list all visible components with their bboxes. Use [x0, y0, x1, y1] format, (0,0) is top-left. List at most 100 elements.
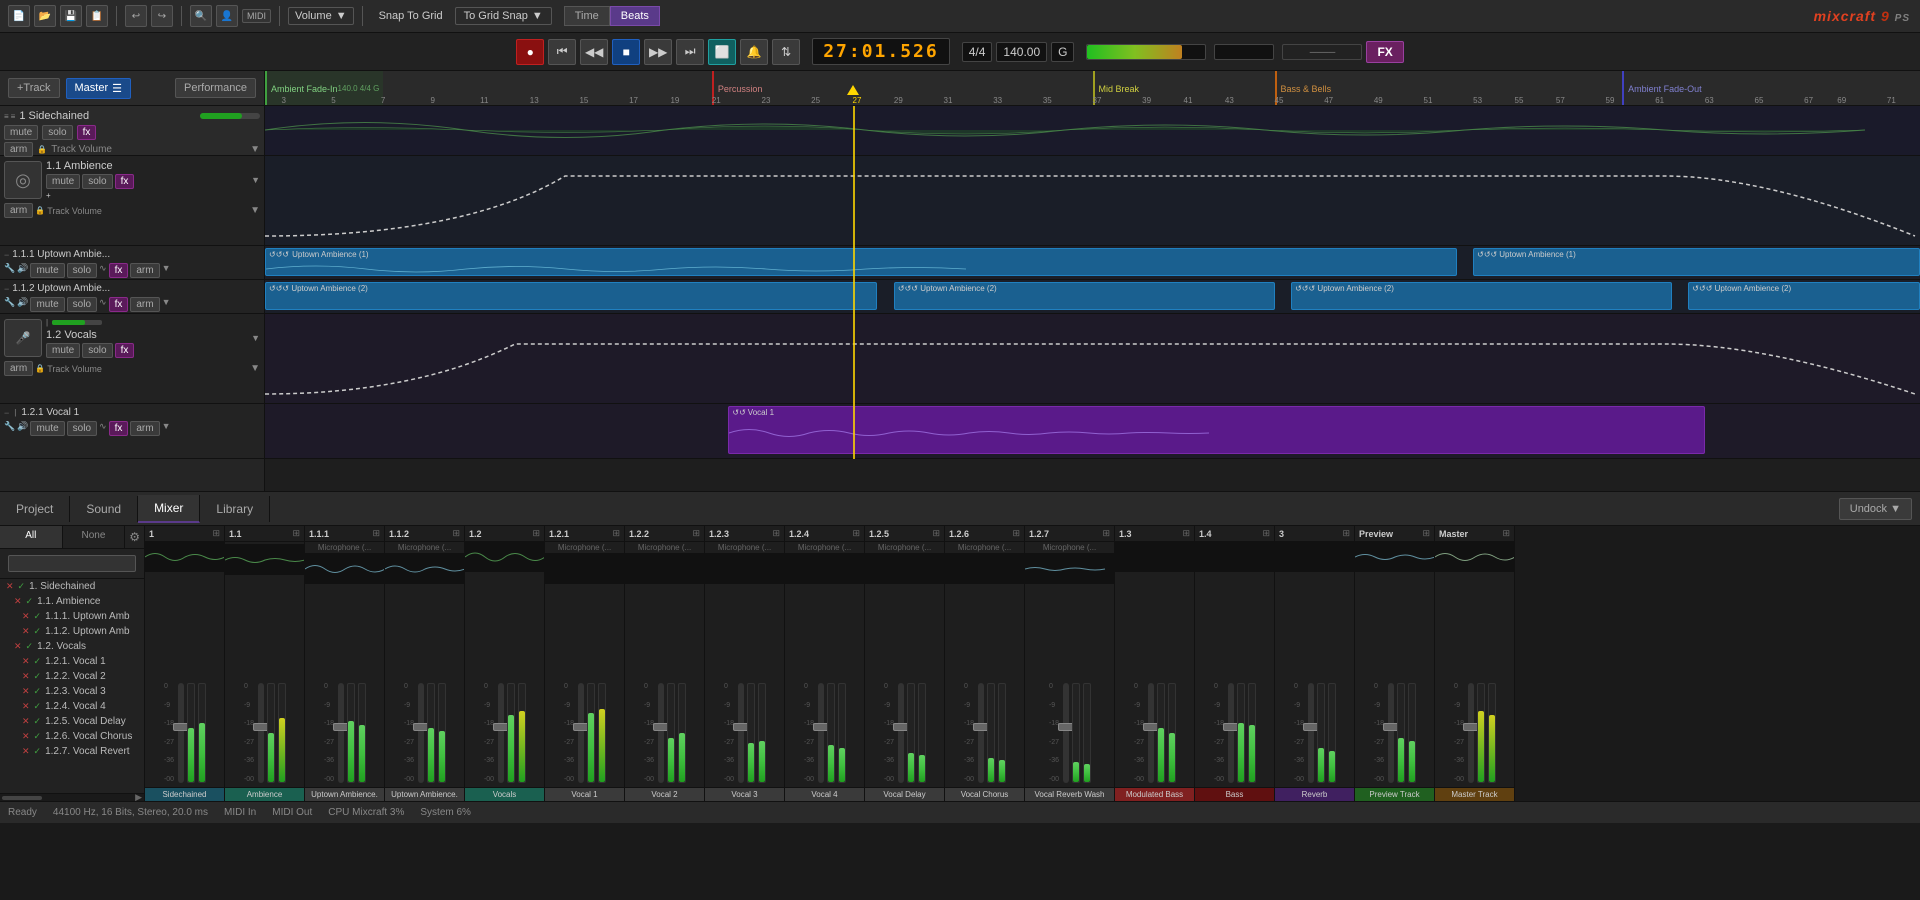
ch-1-1-2-label[interactable]: Uptown Ambience.: [385, 787, 464, 801]
track-1-1-down[interactable]: ▼: [250, 205, 260, 216]
ch-1-3-fader[interactable]: [1148, 683, 1154, 783]
scroll-right[interactable]: ▶: [135, 792, 142, 801]
track-1-2-1-solo[interactable]: solo: [67, 421, 97, 436]
ch-3-expand[interactable]: ⊞: [1342, 528, 1350, 539]
ch-1-1-1-fader[interactable]: [338, 683, 344, 783]
track-1-2-expand[interactable]: ▼: [251, 333, 260, 343]
sync-btn[interactable]: ⇅: [772, 39, 800, 65]
loop-btn[interactable]: ⬜: [708, 39, 736, 65]
ch-mast-fader[interactable]: [1468, 683, 1474, 783]
ch-v2-fader[interactable]: [658, 683, 664, 783]
time-sig[interactable]: 4/4: [962, 42, 993, 62]
ch-mast-expand[interactable]: ⊞: [1502, 528, 1510, 539]
ch-vr-expand[interactable]: ⊞: [1102, 528, 1110, 539]
ch-1-1-1-label[interactable]: Uptown Ambience.: [305, 787, 384, 801]
clip-uptown-1-a[interactable]: ↺↺↺ Uptown Ambience (1): [265, 248, 1457, 276]
tree-vocal-delay[interactable]: ✕ ✓ 1.2.5. Vocal Delay: [0, 714, 144, 729]
undock-btn[interactable]: Undock ▼: [1839, 498, 1912, 520]
search2-btn[interactable]: 👤: [216, 5, 238, 27]
ch-prev-fader[interactable]: [1388, 683, 1394, 783]
volume-dropdown[interactable]: Volume ▼: [288, 7, 354, 25]
tree-vocal-3[interactable]: ✕ ✓ 1.2.3. Vocal 3: [0, 684, 144, 699]
track-1-1-1-arm[interactable]: arm: [130, 263, 159, 278]
clip-uptown-2-b[interactable]: ↺↺↺ Uptown Ambience (2): [894, 282, 1275, 310]
ch-1-1-2-expand[interactable]: ⊞: [452, 528, 460, 539]
ch-1-1-label[interactable]: Ambience: [225, 787, 304, 801]
tab-mixer[interactable]: Mixer: [138, 495, 200, 523]
ch-v3-label[interactable]: Vocal 3: [705, 787, 784, 801]
rewind-btn[interactable]: ◀◀: [580, 39, 608, 65]
track-1-1-1-minus[interactable]: −: [4, 250, 9, 260]
tree-sidechained[interactable]: ✕ ✓ 1. Sidechained: [0, 579, 144, 594]
track-1-2-vol[interactable]: [52, 320, 102, 325]
ch-vc-label[interactable]: Vocal Chorus: [945, 787, 1024, 801]
key-val[interactable]: G: [1051, 42, 1074, 62]
ch-v4-label[interactable]: Vocal 4: [785, 787, 864, 801]
ch-1-4-label[interactable]: Bass: [1195, 787, 1274, 801]
performance-btn[interactable]: Performance: [175, 78, 256, 98]
tree-vocals[interactable]: ✕ ✓ 1.2. Vocals: [0, 639, 144, 654]
ch-1-3-expand[interactable]: ⊞: [1182, 528, 1190, 539]
record-btn[interactable]: ●: [516, 39, 544, 65]
ch-v1-expand[interactable]: ⊞: [612, 528, 620, 539]
track-1-2-arm[interactable]: arm: [4, 361, 33, 376]
track-1-1-1-mute[interactable]: mute: [30, 263, 64, 278]
ch-vr-fader[interactable]: [1063, 683, 1069, 783]
track-1-1-1-solo[interactable]: solo: [67, 263, 97, 278]
track-1-arm[interactable]: arm: [4, 142, 33, 157]
panel-none[interactable]: None: [63, 526, 126, 548]
beats-btn[interactable]: Beats: [610, 6, 660, 26]
tab-sound[interactable]: Sound: [70, 496, 138, 522]
track-1-expand[interactable]: ▼: [250, 144, 260, 155]
clip-vocal-1[interactable]: ↺↺ Vocal 1: [728, 406, 1704, 454]
ch-3-fader[interactable]: [1308, 683, 1314, 783]
undo-btn[interactable]: ↩: [125, 5, 147, 27]
save-btn[interactable]: 💾: [60, 5, 82, 27]
track-1-1-collapse[interactable]: +: [46, 191, 51, 200]
ch-vc-fader[interactable]: [978, 683, 984, 783]
search-btn[interactable]: 🔍: [190, 5, 212, 27]
track-1-1-2-mute[interactable]: mute: [30, 297, 64, 312]
track-1-1-mute[interactable]: mute: [46, 174, 80, 189]
tab-project[interactable]: Project: [0, 496, 70, 522]
ch-1-1-1-expand[interactable]: ⊞: [372, 528, 380, 539]
ch-1-1-fader[interactable]: [258, 683, 264, 783]
track-1-mute[interactable]: mute: [4, 125, 38, 140]
track-1-1-1-arrow[interactable]: ▼: [162, 263, 171, 278]
clip-uptown-2-a[interactable]: ↺↺↺ Uptown Ambience (2): [265, 282, 877, 310]
track-1-1-fx[interactable]: fx: [115, 174, 135, 189]
ch-prev-expand[interactable]: ⊞: [1422, 528, 1430, 539]
tree-uptown-2[interactable]: ✕ ✓ 1.1.2. Uptown Amb: [0, 624, 144, 639]
clip-uptown-1-b[interactable]: ↺↺↺ Uptown Ambience (1): [1473, 248, 1920, 276]
ch-v2-expand[interactable]: ⊞: [692, 528, 700, 539]
track-1-2-1-minus[interactable]: −: [4, 408, 9, 418]
ch-vd-fader[interactable]: [898, 683, 904, 783]
playhead-marker[interactable]: [847, 85, 859, 95]
ch-vc-expand[interactable]: ⊞: [1012, 528, 1020, 539]
save-as-btn[interactable]: 📋: [86, 5, 108, 27]
ch-1-2-fader[interactable]: [498, 683, 504, 783]
panel-scrollbar[interactable]: ▶: [0, 793, 144, 801]
tree-vocal-reverb[interactable]: ✕ ✓ 1.2.7. Vocal Revert: [0, 744, 144, 759]
tree-vocal-1[interactable]: ✕ ✓ 1.2.1. Vocal 1: [0, 654, 144, 669]
ch-vd-expand[interactable]: ⊞: [932, 528, 940, 539]
scrollbar-thumb[interactable]: [2, 796, 42, 800]
track-1-1-expand-arrow[interactable]: ▼: [251, 175, 260, 185]
panel-all[interactable]: All: [0, 526, 63, 548]
snap-dropdown[interactable]: To Grid Snap ▼: [455, 7, 552, 25]
new-btn[interactable]: 📄: [8, 5, 30, 27]
track-1-2-1-arm[interactable]: arm: [130, 421, 159, 436]
ch-1-fader[interactable]: [178, 683, 184, 783]
track-1-2-fx[interactable]: fx: [115, 343, 135, 358]
tree-ambience[interactable]: ✕ ✓ 1.1. Ambience: [0, 594, 144, 609]
ch-prev-label[interactable]: Preview Track: [1355, 787, 1434, 801]
fx-button[interactable]: FX: [1366, 41, 1403, 63]
ch-1-4-fader[interactable]: [1228, 683, 1234, 783]
ch-1-3-label[interactable]: Modulated Bass: [1115, 787, 1194, 801]
stop-btn[interactable]: ■: [612, 39, 640, 65]
track-1-1-2-minus[interactable]: −: [4, 284, 9, 294]
track-1-volume[interactable]: [200, 113, 260, 119]
track-1-1-2-arrow[interactable]: ▼: [162, 297, 171, 312]
ch-1-1-2-fader[interactable]: [418, 683, 424, 783]
ch-v2-label[interactable]: Vocal 2: [625, 787, 704, 801]
